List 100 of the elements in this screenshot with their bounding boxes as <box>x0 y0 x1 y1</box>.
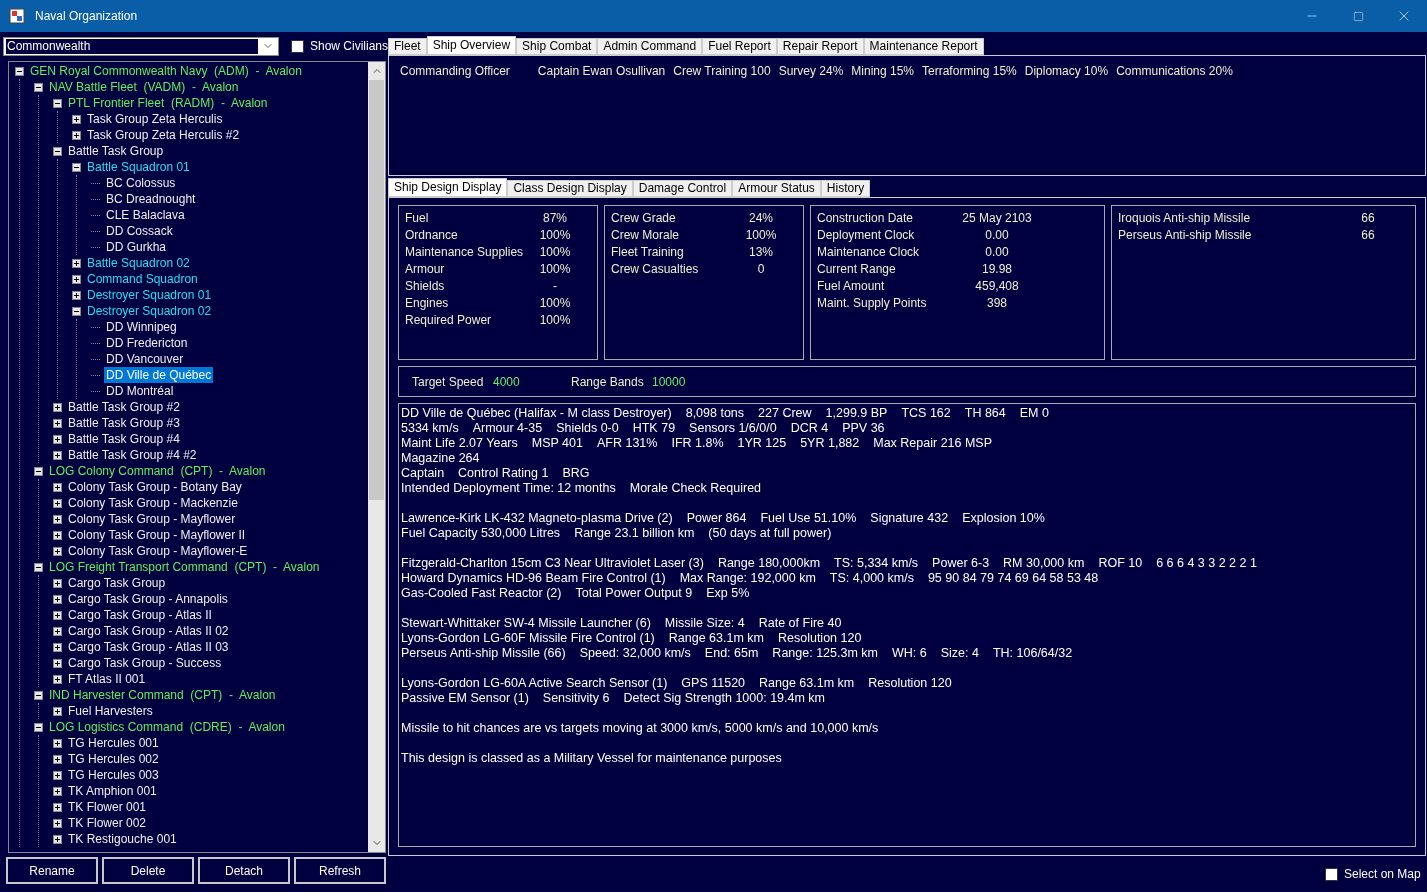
tree-item[interactable]: Cargo Task Group - Annapolis <box>66 591 230 607</box>
tree-item[interactable]: Cargo Task Group - Success <box>66 655 224 671</box>
tree-item[interactable]: Battle Squadron 02 <box>85 255 192 271</box>
expand-icon[interactable] <box>53 530 62 540</box>
tree-item[interactable]: BC Dreadnought <box>104 191 198 207</box>
tab[interactable]: Armour Status <box>732 180 821 197</box>
tree-item[interactable]: BC Colossus <box>104 175 178 191</box>
tree-item[interactable]: FT Atlas II 001 <box>66 671 148 687</box>
tree-item[interactable]: Battle Task Group #4 <box>66 431 182 447</box>
expand-icon[interactable] <box>53 450 62 460</box>
tree-item[interactable]: Cargo Task Group - Atlas II 02 <box>66 623 231 639</box>
tab[interactable]: Ship Overview <box>426 36 517 55</box>
tree-item[interactable]: Command Squadron <box>85 271 200 287</box>
collapse-icon[interactable] <box>34 690 43 700</box>
expand-icon[interactable] <box>53 642 62 652</box>
tab[interactable]: History <box>820 180 871 197</box>
tree-item[interactable]: Battle Task Group #4 #2 <box>66 447 199 463</box>
action-button[interactable]: Refresh <box>294 857 386 884</box>
tree-item[interactable]: TG Hercules 002 <box>66 751 161 767</box>
tree-item[interactable]: Battle Squadron 01 <box>85 159 192 175</box>
tree-item[interactable]: Destroyer Squadron 02 <box>85 303 214 319</box>
tree-item[interactable]: Cargo Task Group <box>66 575 168 591</box>
tab[interactable]: Fleet <box>388 38 427 55</box>
expand-icon[interactable] <box>53 578 62 588</box>
action-button[interactable]: Detach <box>198 857 290 884</box>
collapse-icon[interactable] <box>72 162 81 172</box>
tree-item[interactable]: TG Hercules 003 <box>66 767 161 783</box>
tree-item[interactable]: Colony Task Group - Mayflower <box>66 511 238 527</box>
tree-item[interactable]: Colony Task Group - Botany Bay <box>66 479 244 495</box>
tab[interactable]: Class Design Display <box>507 180 633 197</box>
expand-icon[interactable] <box>53 482 62 492</box>
scrollbar[interactable] <box>368 62 385 852</box>
tree-item[interactable]: Task Group Zeta Herculis #2 <box>85 127 242 143</box>
expand-icon[interactable] <box>53 674 62 684</box>
tree-item[interactable]: Battle Task Group <box>66 143 166 159</box>
expand-icon[interactable] <box>53 434 62 444</box>
expand-icon[interactable] <box>53 594 62 604</box>
tree-item[interactable]: TK Flower 001 <box>66 799 149 815</box>
collapse-icon[interactable] <box>34 722 43 732</box>
tree-item[interactable]: DD Vancouver <box>104 351 186 367</box>
tab[interactable]: Fuel Report <box>702 38 777 55</box>
expand-icon[interactable] <box>53 546 62 556</box>
tree-item[interactable]: Battle Task Group #3 <box>66 415 182 431</box>
tree-item[interactable]: DD Fredericton <box>104 335 190 351</box>
expand-icon[interactable] <box>53 706 62 716</box>
expand-icon[interactable] <box>72 130 81 140</box>
tab[interactable]: Maintenance Report <box>863 38 984 55</box>
tree-item[interactable]: GEN Royal Commonwealth Navy (ADM) - Avalon <box>28 63 304 79</box>
action-button[interactable]: Rename <box>6 857 98 884</box>
collapse-icon[interactable] <box>72 306 81 316</box>
tree-item[interactable]: Task Group Zeta Herculis <box>85 111 225 127</box>
expand-icon[interactable] <box>53 418 62 428</box>
collapse-icon[interactable] <box>15 66 24 76</box>
tree-item[interactable]: PTL Frontier Fleet (RADM) - Avalon <box>66 95 270 111</box>
expand-icon[interactable] <box>53 610 62 620</box>
tab[interactable]: Ship Design Display <box>388 178 508 197</box>
collapse-icon[interactable] <box>34 82 43 92</box>
expand-icon[interactable] <box>53 834 62 844</box>
tab[interactable]: Repair Report <box>776 38 864 55</box>
tree-item[interactable]: CLE Balaclava <box>104 207 187 223</box>
tree-item[interactable]: DD Ville de Québec <box>104 367 214 383</box>
expand-icon[interactable] <box>53 658 62 668</box>
tree-item[interactable]: LOG Logistics Command (CDRE) - Avalon <box>47 719 287 735</box>
action-button[interactable]: Delete <box>102 857 194 884</box>
tab[interactable]: Admin Command <box>597 38 703 55</box>
expand-icon[interactable] <box>72 114 81 124</box>
expand-icon[interactable] <box>53 626 62 636</box>
tree-item[interactable]: TG Hercules 001 <box>66 735 161 751</box>
expand-icon[interactable] <box>53 402 62 412</box>
tree-item[interactable]: Colony Task Group - Mayflower II <box>66 527 248 543</box>
tree-item[interactable]: Cargo Task Group - Atlas II <box>66 607 214 623</box>
expand-icon[interactable] <box>53 786 62 796</box>
collapse-icon[interactable] <box>34 466 43 476</box>
tree-item[interactable]: Destroyer Squadron 01 <box>85 287 214 303</box>
expand-icon[interactable] <box>72 258 81 268</box>
tree-item[interactable]: Battle Task Group #2 <box>66 399 182 415</box>
checkbox[interactable] <box>290 39 304 53</box>
tree-item[interactable]: DD Winnipeg <box>104 319 179 335</box>
tree-item[interactable]: TK Restigouche 001 <box>66 831 179 847</box>
expand-icon[interactable] <box>53 754 62 764</box>
tree-item[interactable]: TK Amphion 001 <box>66 783 159 799</box>
expand-icon[interactable] <box>72 290 81 300</box>
tree-item[interactable]: LOG Freight Transport Command (CPT) - Avalon <box>47 559 322 575</box>
tab[interactable]: Ship Combat <box>516 38 598 55</box>
tree-item[interactable]: TK Flower 002 <box>66 815 149 831</box>
expand-icon[interactable] <box>53 802 62 812</box>
tree-item[interactable]: LOG Colony Command (CPT) - Avalon <box>47 463 268 479</box>
expand-icon[interactable] <box>53 498 62 508</box>
collapse-icon[interactable] <box>53 98 62 108</box>
tree-item[interactable]: Colony Task Group - Mayflower-E <box>66 543 250 559</box>
tree-item[interactable]: DD Montréal <box>104 383 176 399</box>
tree-item[interactable]: DD Cossack <box>104 223 175 239</box>
race-dropdown[interactable]: Commonwealth <box>3 36 279 56</box>
collapse-icon[interactable] <box>53 146 62 156</box>
tree-item[interactable]: NAV Battle Fleet (VADM) - Avalon <box>47 79 241 95</box>
expand-icon[interactable] <box>72 274 81 284</box>
expand-icon[interactable] <box>53 738 62 748</box>
tree-item[interactable]: Fuel Harvesters <box>66 703 155 719</box>
collapse-icon[interactable] <box>34 562 43 572</box>
tree-item[interactable]: IND Harvester Command (CPT) - Avalon <box>47 687 278 703</box>
